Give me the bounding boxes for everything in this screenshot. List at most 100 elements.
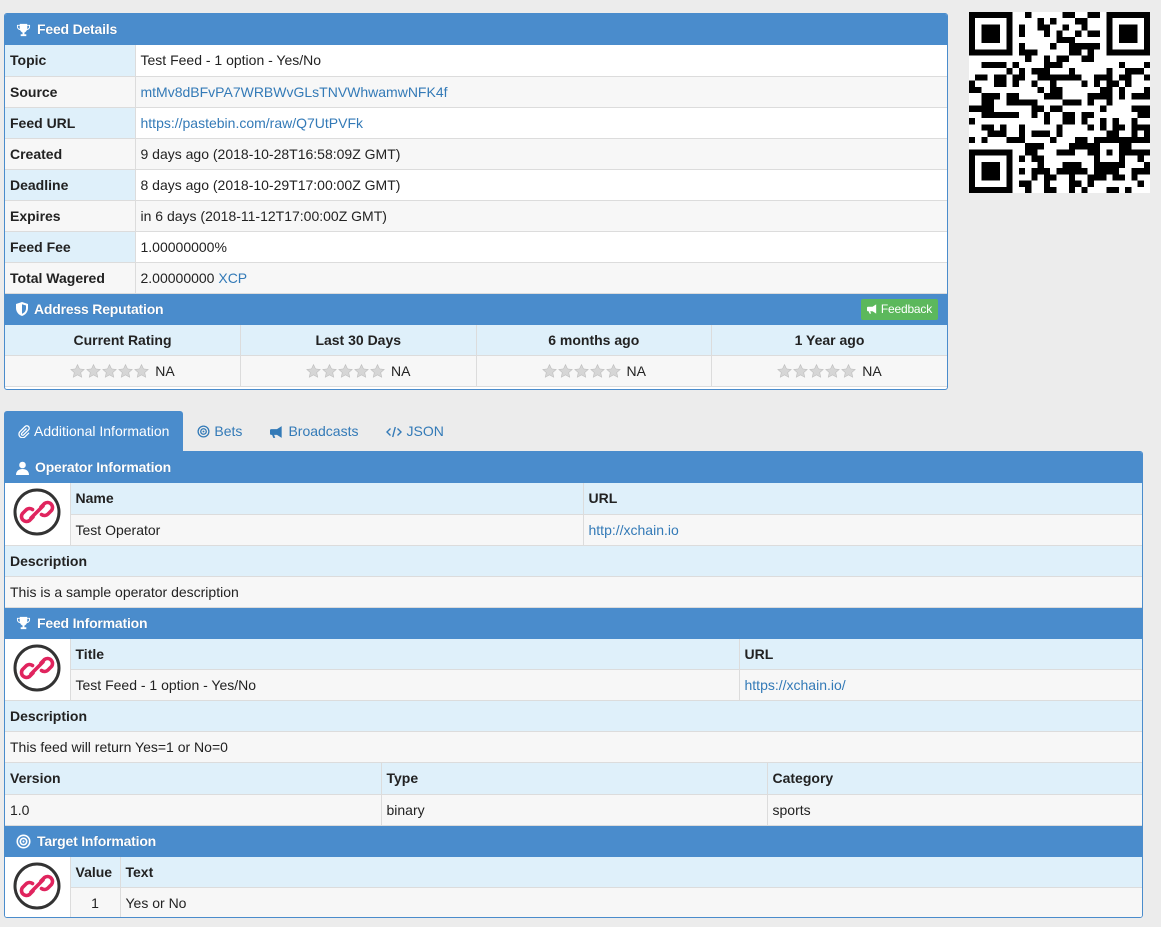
detail-label: Topic [5, 45, 136, 77]
star-rating [306, 364, 386, 378]
star-empty-icon [102, 364, 118, 378]
feed-description-header-row: Description [5, 700, 1142, 732]
reputation-value-row: NA NA NA NA [5, 355, 947, 387]
star-empty-icon [825, 364, 841, 378]
feed-description-label: Description [5, 700, 1142, 732]
feed-info-header-row: Title URL [5, 638, 1142, 701]
operator-value-row: Test Operator http://xchain.io [5, 514, 1142, 546]
operator-description-label: Description [5, 545, 1142, 577]
feedback-button[interactable]: Feedback [860, 298, 938, 320]
reputation-cell: NA [240, 355, 477, 387]
bullhorn-icon [866, 304, 877, 314]
target-information-title: Target Information [37, 832, 157, 849]
operator-information-title: Operator Information [35, 459, 172, 475]
detail-row-expires: Expires in 6 days (2018-11-12T17:00:00Z … [5, 200, 947, 232]
tab-bets[interactable]: Bets [183, 411, 256, 452]
shield-icon [16, 302, 28, 316]
trophy-icon [16, 616, 31, 630]
tab-json[interactable]: JSON [372, 411, 457, 452]
feed-description-row: This feed will return Yes=1 or No=0 [5, 731, 1142, 763]
star-empty-icon [589, 364, 605, 378]
target-text: Yes or No [120, 887, 1142, 917]
star-empty-icon [370, 364, 385, 378]
target-value-row: 1 Yes or No [5, 887, 1142, 917]
detail-value-deadline: 8 days ago (2018-10-29T17:00:00Z GMT) [135, 169, 947, 201]
feed-information-header: Feed Information [5, 607, 1142, 639]
detail-label: Total Wagered [5, 262, 136, 294]
reputation-value: NA [155, 363, 175, 379]
feed-version: 1.0 [5, 794, 382, 826]
tab-broadcasts[interactable]: Broadcasts [256, 411, 372, 452]
star-empty-icon [541, 364, 557, 378]
bullhorn-icon [270, 425, 283, 438]
star-empty-icon [134, 364, 150, 378]
feed-details-table: Topic Test Feed - 1 option - Yes/No Sour… [5, 45, 947, 294]
tab-additional-information[interactable]: Additional Information [4, 411, 184, 452]
reputation-cell: NA [711, 355, 947, 387]
feed-type-label: Type [381, 763, 768, 795]
star-empty-icon [777, 364, 793, 378]
star-rating [777, 364, 857, 378]
xcp-asset-link[interactable]: XCP [218, 270, 247, 286]
star-rating [70, 364, 150, 378]
feed-meta-header-row: Version Type Category [5, 763, 1142, 795]
detail-value-created: 9 days ago (2018-10-28T16:58:09Z GMT) [135, 138, 947, 170]
feed-title: Test Feed - 1 option - Yes/No [70, 669, 740, 701]
target-value: 1 [70, 887, 121, 917]
source-address-link[interactable]: mtMv8dBFvPA7WRBWvGLsTNVWhwamwNFK4f [141, 84, 448, 100]
target-information-header: Target Information [5, 825, 1142, 857]
detail-row-created: Created 9 days ago (2018-10-28T16:58:09Z… [5, 138, 947, 170]
reputation-col-30days: Last 30 Days [240, 324, 477, 356]
feed-logo-cell [5, 638, 71, 701]
star-empty-icon [841, 364, 857, 378]
reputation-value: NA [626, 363, 646, 379]
target-logo-cell [5, 856, 71, 917]
detail-row-source: Source mtMv8dBFvPA7WRBWvGLsTNVWhwamwNFK4… [5, 76, 947, 108]
feed-information-table: Title URL Test Feed - 1 option - Yes/No … [5, 638, 1142, 763]
feed-details-header: Feed Details [5, 14, 947, 45]
detail-label: Deadline [5, 169, 136, 201]
reputation-cell: NA [5, 355, 241, 387]
operator-logo-cell [5, 483, 71, 546]
feed-type: binary [381, 794, 768, 826]
detail-row-feed-url: Feed URL https://pastebin.com/raw/Q7UtPV… [5, 107, 947, 139]
detail-row-topic: Topic Test Feed - 1 option - Yes/No [5, 45, 947, 77]
feed-url-label: URL [739, 638, 1142, 670]
target-value-label: Value [70, 856, 121, 888]
feed-version-label: Version [5, 763, 382, 795]
operator-description-row: This is a sample operator description [5, 576, 1142, 608]
target-logo-icon [13, 862, 61, 910]
detail-label: Source [5, 76, 136, 108]
tab-label: Broadcasts [288, 423, 359, 439]
operator-information-header: Operator Information [5, 452, 1142, 483]
detail-value-topic: Test Feed - 1 option - Yes/No [135, 45, 947, 77]
star-empty-icon [322, 364, 337, 378]
star-empty-icon [70, 364, 86, 378]
feed-meta-value-row: 1.0 binary sports [5, 794, 1142, 826]
feed-details-title: Feed Details [37, 21, 118, 37]
operator-description: This is a sample operator description [5, 576, 1142, 608]
detail-row-deadline: Deadline 8 days ago (2018-10-29T17:00:00… [5, 169, 947, 201]
feed-url-link[interactable]: https://pastebin.com/raw/Q7UtPVFk [141, 115, 364, 131]
feed-details-panel: Feed Details Topic Test Feed - 1 option … [4, 13, 948, 390]
reputation-value: NA [862, 363, 882, 379]
star-empty-icon [338, 364, 353, 378]
operator-url-label: URL [583, 483, 1142, 515]
detail-label: Expires [5, 200, 136, 232]
star-empty-icon [354, 364, 369, 378]
operator-description-header-row: Description [5, 545, 1142, 577]
reputation-table: Current Rating Last 30 Days 6 months ago… [5, 324, 947, 387]
feed-category: sports [767, 794, 1142, 826]
operator-table: Name URL Test Operator http://xchain.io … [5, 483, 1142, 608]
reputation-header-row: Current Rating Last 30 Days 6 months ago… [5, 324, 947, 356]
operator-url-link[interactable]: http://xchain.io [589, 522, 679, 538]
tab-label: JSON [406, 423, 444, 439]
reputation-col-1year: 1 Year ago [711, 324, 947, 356]
paperclip-icon [18, 425, 30, 438]
detail-row-feed-fee: Feed Fee 1.00000000% [5, 231, 947, 263]
feed-logo-icon [13, 644, 61, 692]
feed-info-url-link[interactable]: https://xchain.io/ [745, 677, 846, 693]
user-icon [16, 461, 29, 475]
detail-label: Feed Fee [5, 231, 136, 263]
detail-value-feed-fee: 1.00000000% [135, 231, 947, 263]
